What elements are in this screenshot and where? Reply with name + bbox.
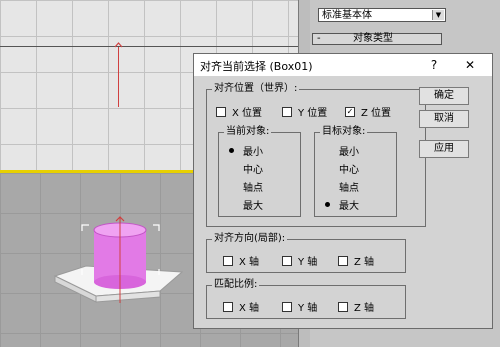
checkbox-box[interactable] (282, 301, 292, 312)
dropdown-value: 标准基本体 (322, 10, 372, 21)
radio-label: 最小 (243, 147, 263, 158)
checkbox-label: Y 位置 (298, 108, 328, 119)
radio-selected-icon[interactable] (325, 202, 330, 207)
radio-icon[interactable] (229, 184, 234, 189)
align-axis-line (118, 47, 119, 107)
checkmark-icon[interactable]: ✓ (345, 106, 355, 117)
radio-icon[interactable] (229, 166, 234, 171)
checkbox-label: X 轴 (239, 257, 260, 268)
checkbox-label: Z 位置 (361, 108, 392, 119)
align-position-group: 对齐位置（世界）: X 位置 Y 位置 ✓ Z 位置 当前对象: 最小 中心 轴… (206, 83, 426, 227)
scale-z-checkbox[interactable]: Z 轴 (338, 299, 374, 314)
radio-label: 中心 (243, 165, 263, 176)
checkbox-label: Z 轴 (354, 303, 375, 314)
checkbox-label: Y 轴 (298, 257, 318, 268)
rollout-collapse-icon[interactable]: - (317, 33, 321, 45)
orient-y-checkbox[interactable]: Y 轴 (282, 253, 317, 268)
checkbox-box[interactable] (282, 255, 292, 266)
current-center-radio[interactable]: 中心 (229, 161, 263, 176)
target-min-radio[interactable]: 最小 (325, 143, 359, 158)
align-selection-dialog: 对齐当前选择 (Box01) ? ✕ 对齐位置（世界）: X 位置 Y 位置 ✓… (193, 53, 493, 329)
radio-icon[interactable] (229, 202, 234, 207)
checkbox-box[interactable] (282, 106, 292, 117)
dialog-title: 对齐当前选择 (Box01) (200, 60, 313, 73)
radio-icon[interactable] (325, 184, 330, 189)
current-pivot-radio[interactable]: 轴点 (229, 179, 263, 194)
match-scale-group: 匹配比例: X 轴 Y 轴 Z 轴 (206, 279, 406, 319)
group-label: 匹配比例: (212, 279, 260, 291)
grid-axis-line (0, 46, 298, 47)
radio-label: 最小 (339, 147, 359, 158)
x-position-checkbox[interactable]: X 位置 (216, 104, 262, 119)
radio-label: 最大 (339, 201, 359, 212)
radio-selected-icon[interactable] (229, 148, 234, 153)
apply-button[interactable]: 应用 (419, 140, 469, 158)
y-position-checkbox[interactable]: Y 位置 (282, 104, 327, 119)
target-center-radio[interactable]: 中心 (325, 161, 359, 176)
group-label: 当前对象: (224, 126, 272, 138)
cancel-button[interactable]: 取消 (419, 110, 469, 128)
ok-button[interactable]: 确定 (419, 87, 469, 105)
checkbox-box[interactable] (338, 301, 348, 312)
align-orientation-group: 对齐方向(局部): X 轴 Y 轴 Z 轴 (206, 233, 406, 273)
radio-icon[interactable] (325, 166, 330, 171)
group-label: 目标对象: (320, 126, 368, 138)
checkbox-box[interactable] (338, 255, 348, 266)
radio-icon[interactable] (325, 148, 330, 153)
current-max-radio[interactable]: 最大 (229, 197, 263, 212)
checkbox-label: Z 轴 (354, 257, 375, 268)
checkbox-label: X 位置 (232, 108, 263, 119)
object-type-rollout[interactable]: - 对象类型 (312, 33, 442, 45)
radio-label: 轴点 (243, 183, 263, 194)
rollout-label: 对象类型 (353, 33, 393, 44)
pivot-arrow-icon (114, 42, 123, 48)
current-min-radio[interactable]: 最小 (229, 143, 263, 158)
help-icon[interactable]: ? (426, 55, 442, 75)
primitive-type-dropdown[interactable]: 标准基本体 ▼ (318, 8, 446, 22)
orient-x-checkbox[interactable]: X 轴 (223, 253, 259, 268)
target-max-radio[interactable]: 最大 (325, 197, 359, 212)
current-object-group: 当前对象: 最小 中心 轴点 最大 (218, 126, 301, 217)
group-label: 对齐方向(局部): (212, 233, 288, 245)
dialog-titlebar[interactable]: 对齐当前选择 (Box01) ? ✕ (194, 54, 492, 76)
chevron-down-icon[interactable]: ▼ (432, 10, 444, 20)
radio-label: 最大 (243, 201, 263, 212)
group-label: 对齐位置（世界）: (212, 83, 300, 95)
target-pivot-radio[interactable]: 轴点 (325, 179, 359, 194)
radio-label: 中心 (339, 165, 359, 176)
target-object-group: 目标对象: 最小 中心 轴点 最大 (314, 126, 397, 217)
dialog-body: 对齐位置（世界）: X 位置 Y 位置 ✓ Z 位置 当前对象: 最小 中心 轴… (194, 76, 492, 328)
scale-x-checkbox[interactable]: X 轴 (223, 299, 259, 314)
checkbox-box[interactable] (223, 301, 233, 312)
checkbox-box[interactable] (223, 255, 233, 266)
checkbox-label: X 轴 (239, 303, 260, 314)
checkbox-label: Y 轴 (298, 303, 318, 314)
z-position-checkbox[interactable]: ✓ Z 位置 (345, 104, 391, 119)
close-icon[interactable]: ✕ (460, 55, 480, 75)
radio-label: 轴点 (339, 183, 359, 194)
checkbox-box[interactable] (216, 106, 226, 117)
orient-z-checkbox[interactable]: Z 轴 (338, 253, 374, 268)
scale-y-checkbox[interactable]: Y 轴 (282, 299, 317, 314)
